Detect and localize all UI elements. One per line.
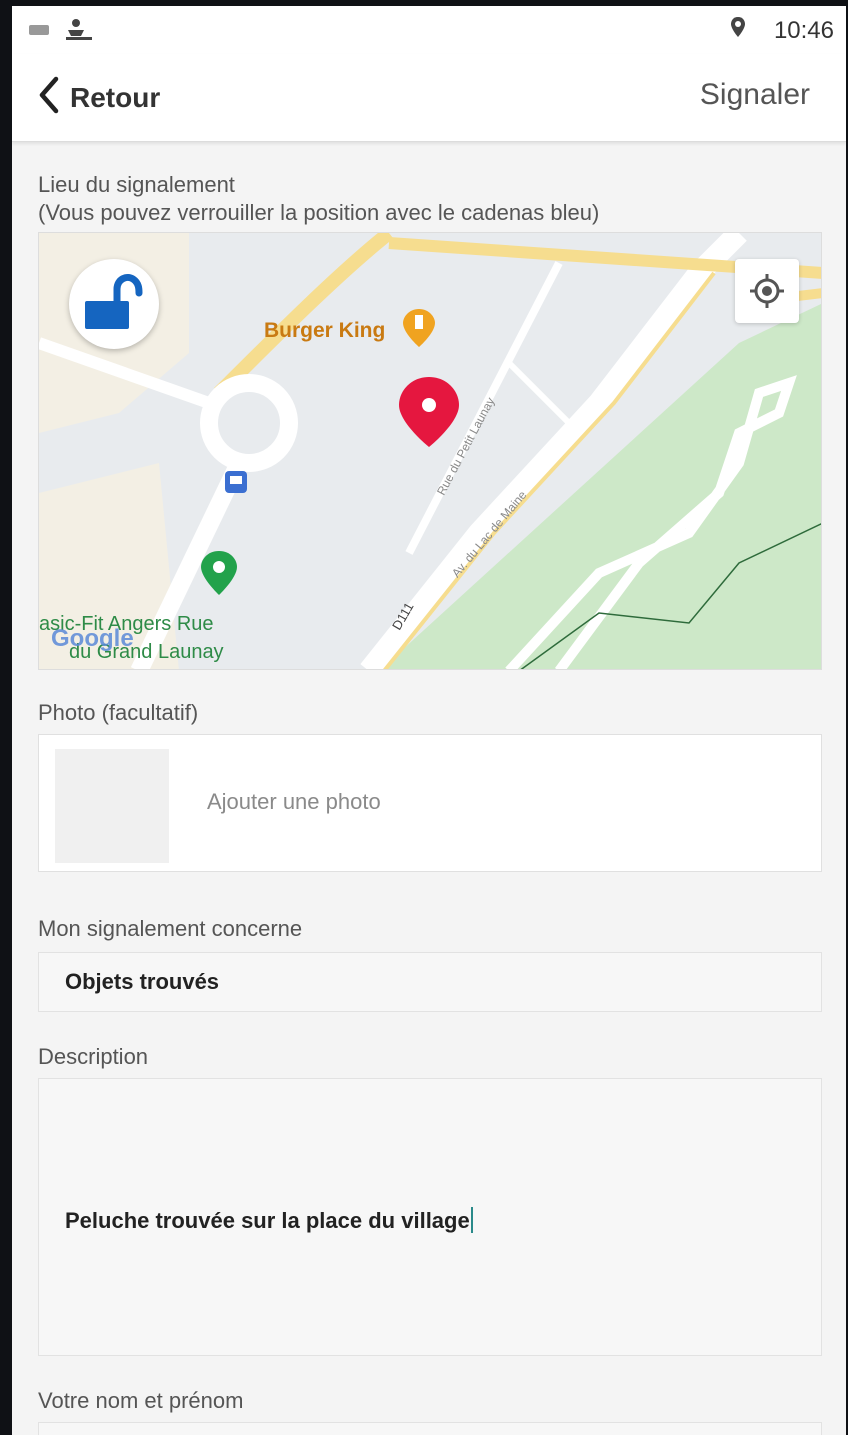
add-photo-label: Ajouter une photo <box>207 789 381 814</box>
add-photo-button[interactable]: Ajouter une photo <box>38 734 822 872</box>
photo-label: Photo (facultatif) <box>38 700 199 725</box>
description-value: Peluche trouvée sur la place du village <box>65 1208 470 1233</box>
back-button[interactable]: Retour <box>38 76 160 119</box>
photo-placeholder <box>55 749 169 863</box>
location-label: Lieu du signalement <box>38 172 235 197</box>
poi-burger-king[interactable]: Burger King <box>264 319 385 343</box>
location-icon <box>730 16 746 45</box>
back-label: Retour <box>70 81 161 113</box>
name-field[interactable] <box>38 1422 822 1435</box>
category-label: Mon signalement concerne <box>38 916 303 941</box>
app-screen: 10:46 Retour Signaler Lieu du signalemen… <box>12 6 846 1435</box>
location-hint: (Vous pouvez verrouiller la position ave… <box>38 200 600 225</box>
google-logo: Google <box>51 625 134 652</box>
my-location-button[interactable] <box>735 259 799 323</box>
nav-bar: Retour Signaler <box>12 54 846 142</box>
signal-button[interactable]: Signaler <box>700 78 810 112</box>
map-view[interactable]: Burger King Rue du Petit Launay Av. du L… <box>38 232 822 670</box>
clock-time: 10:46 <box>773 16 834 44</box>
description-textarea[interactable]: Peluche trouvée sur la place du village <box>38 1078 822 1356</box>
boat-icon <box>64 18 94 47</box>
mail-icon <box>28 23 50 42</box>
lock-position-button[interactable] <box>69 259 159 349</box>
category-value: Objets trouvés <box>65 969 220 994</box>
description-label: Description <box>38 1044 149 1069</box>
chevron-left-icon <box>38 76 60 119</box>
text-caret <box>470 1207 473 1233</box>
status-bar: 10:46 <box>12 6 846 54</box>
category-select[interactable]: Objets trouvés <box>38 952 822 1012</box>
name-label: Votre nom et prénom <box>38 1388 244 1413</box>
